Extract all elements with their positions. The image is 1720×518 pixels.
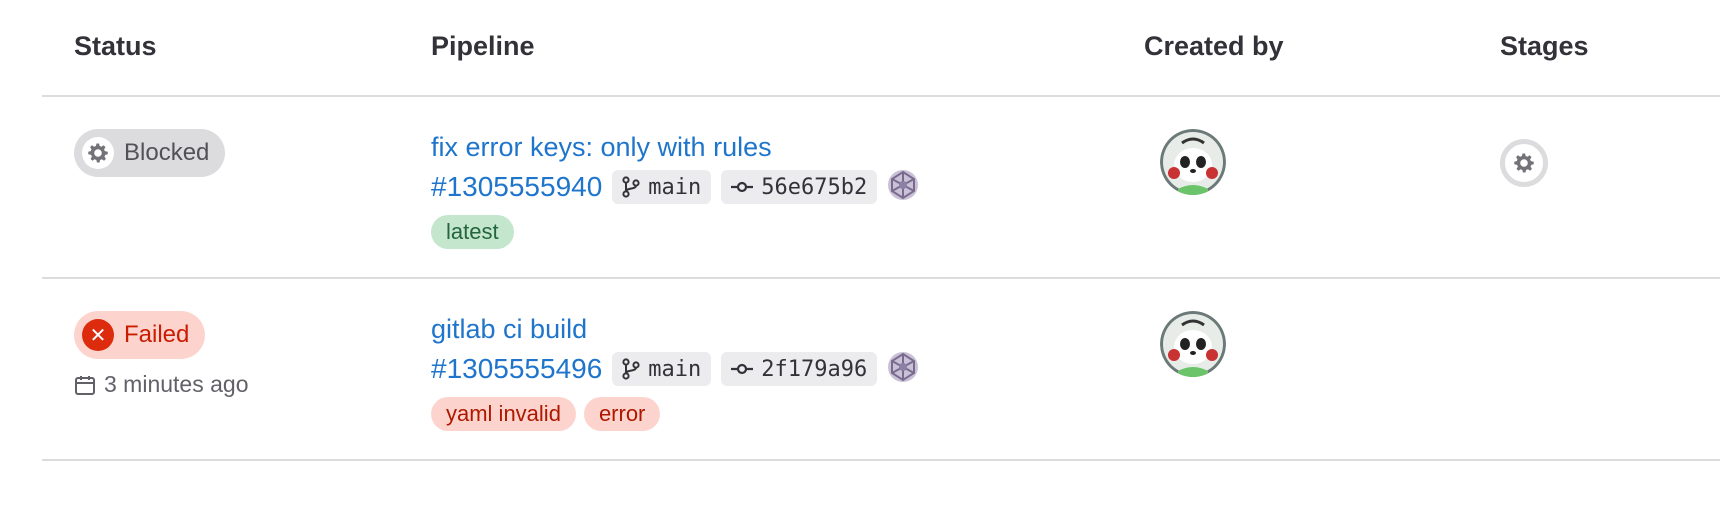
branch-ref-chip[interactable]: main (612, 170, 712, 204)
header-created-by: Created by (1144, 31, 1284, 61)
label-latest: latest (431, 215, 514, 249)
creator-avatar[interactable] (1160, 311, 1226, 377)
label-error: error (583, 397, 661, 431)
gear-icon (1514, 153, 1534, 173)
pipeline-title-link[interactable]: fix error keys: only with rules (431, 129, 1071, 165)
status-label: Blocked (124, 139, 210, 166)
commit-icon (731, 363, 754, 375)
project-avatar-icon (887, 351, 919, 388)
project-avatar-icon (887, 169, 919, 206)
table-row: ✕ Failed 3 minutes ago gitlab ci build #… (42, 279, 1720, 461)
pipelines-table: Status Pipeline Created by Stages Blocke… (42, 0, 1720, 461)
creator-avatar[interactable] (1160, 129, 1226, 195)
commit-icon (731, 181, 754, 193)
pipeline-title-link[interactable]: gitlab ci build (431, 311, 1071, 347)
stage-manual-button[interactable] (1500, 139, 1548, 187)
calendar-icon (75, 375, 95, 395)
pipeline-id-link[interactable]: #1305555496 (431, 353, 602, 385)
header-pipeline: Pipeline (431, 31, 535, 61)
close-icon: ✕ (82, 319, 114, 351)
commit-sha: 56e675b2 (761, 174, 868, 200)
branch-icon (622, 176, 640, 198)
status-badge-blocked[interactable]: Blocked (74, 129, 226, 177)
commit-sha: 2f179a96 (761, 356, 868, 382)
time-ago: 3 minutes ago (104, 371, 249, 397)
branch-name: main (648, 174, 702, 200)
gear-icon (82, 137, 114, 169)
pipeline-id-link[interactable]: #1305555940 (431, 171, 602, 203)
header-status: Status (74, 31, 157, 61)
status-badge-failed[interactable]: ✕ Failed (74, 311, 206, 359)
commit-sha-chip[interactable]: 56e675b2 (721, 170, 878, 204)
branch-name: main (648, 356, 702, 382)
label-yaml-invalid: yaml invalid (431, 397, 576, 431)
branch-icon (622, 358, 640, 380)
commit-sha-chip[interactable]: 2f179a96 (721, 352, 878, 386)
table-header: Status Pipeline Created by Stages (42, 0, 1720, 97)
header-stages: Stages (1500, 31, 1589, 61)
table-row: Blocked fix error keys: only with rules … (42, 97, 1720, 279)
status-label: Failed (124, 321, 190, 348)
branch-ref-chip[interactable]: main (612, 352, 712, 386)
